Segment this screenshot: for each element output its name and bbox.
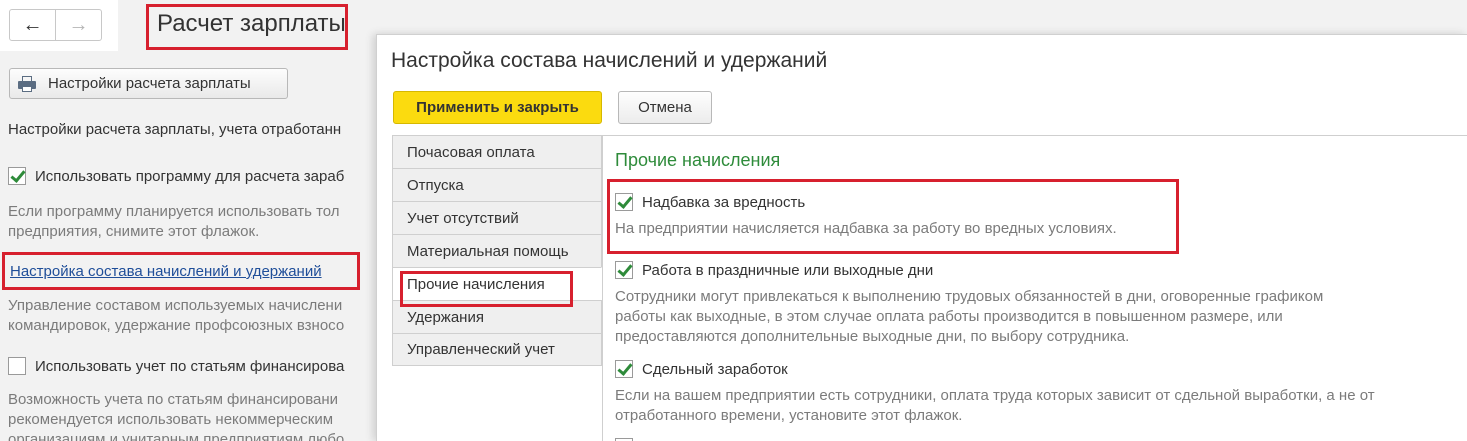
section-title: Прочие начисления	[615, 150, 781, 170]
cancel-button[interactable]: Отмена	[618, 91, 712, 124]
use-program-label: Использовать программу для расчета зараб	[35, 167, 345, 185]
forward-arrow-icon[interactable]: →	[56, 10, 101, 40]
tab-absences[interactable]: Учет отсутствий	[392, 201, 602, 234]
checkbox-icon[interactable]	[615, 360, 633, 378]
financing-desc-1: Возможность учета по статьям финансирова…	[8, 391, 339, 408]
option-checkbox-row[interactable]: Работа в праздничные или выходные дни	[615, 261, 1323, 279]
desc-line: предоставляются дополнительные выходные …	[615, 328, 1130, 345]
accruals-dialog: Настройка состава начислений и удержаний…	[376, 34, 1467, 441]
nav-buttons: ← →	[9, 9, 102, 41]
desc-line: Сотрудники могут привлекаться к выполнен…	[615, 288, 1324, 305]
divider	[602, 135, 603, 441]
tab-management-accounting[interactable]: Управленческий учет	[392, 333, 602, 366]
checkbox-icon[interactable]	[8, 357, 26, 375]
tab-financial-aid[interactable]: Материальная помощь	[392, 234, 602, 267]
use-program-checkbox-row[interactable]: Использовать программу для расчета зараб	[8, 167, 344, 185]
payroll-settings-button[interactable]: Настройки расчета зарплаты	[9, 68, 288, 99]
desc-line: отработанного времени, установите этот ф…	[615, 407, 963, 424]
highlight-frame	[607, 179, 1179, 254]
intro-text: Настройки расчета зарплаты, учета отрабо…	[8, 121, 342, 138]
tab-hourly-pay[interactable]: Почасовая оплата	[392, 135, 602, 168]
checkbox-icon[interactable]	[8, 167, 26, 185]
use-program-desc-1: Если программу планируется использовать …	[8, 203, 340, 220]
option-holiday-work: Работа в праздничные или выходные дни Со…	[615, 261, 1323, 347]
financing-checkbox-row[interactable]: Использовать учет по статьям финансирова	[8, 357, 344, 375]
nav-panel: ← →	[0, 0, 118, 51]
apply-and-close-button[interactable]: Применить и закрыть	[393, 91, 602, 124]
checkbox-icon[interactable]	[615, 261, 633, 279]
option-label: Работа в праздничные или выходные дни	[642, 261, 934, 279]
financing-desc-2: рекомендуется использовать некоммерчески…	[8, 411, 334, 428]
highlight-frame	[2, 252, 360, 290]
tab-vacations[interactable]: Отпуска	[392, 168, 602, 201]
highlight-frame	[400, 271, 573, 307]
option-piecework: Сдельный заработок Если на вашем предпри…	[615, 360, 1375, 426]
desc-line: Если на вашем предприятии есть сотрудник…	[615, 387, 1375, 404]
link-desc-1: Управление составом используемых начисле…	[8, 297, 343, 314]
financing-label: Использовать учет по статьям финансирова	[35, 357, 345, 375]
link-desc-2: командировок, удержание профсоюзных взно…	[8, 317, 345, 334]
back-arrow-icon[interactable]: ←	[10, 10, 56, 40]
dialog-title: Настройка состава начислений и удержаний	[391, 49, 828, 72]
tab-list: Почасовая оплата Отпуска Учет отсутствий…	[392, 135, 602, 375]
option-description: Если на вашем предприятии есть сотрудник…	[615, 386, 1375, 426]
option-description: Сотрудники могут привлекаться к выполнен…	[615, 287, 1323, 347]
option-label: Сдельный заработок	[642, 360, 788, 378]
use-program-desc-2: предприятия, снимите этот флажок.	[8, 223, 260, 240]
highlight-frame	[146, 4, 348, 50]
financing-desc-3: организациям и унитарным предприятиям лю…	[8, 431, 345, 441]
option-checkbox-row[interactable]: Сдельный заработок	[615, 360, 1375, 378]
payroll-settings-label: Настройки расчета зарплаты	[48, 75, 251, 92]
desc-line: работы как выходные, в этом случае оплат…	[615, 308, 1283, 325]
printer-icon	[18, 75, 36, 92]
divider	[602, 135, 1467, 136]
